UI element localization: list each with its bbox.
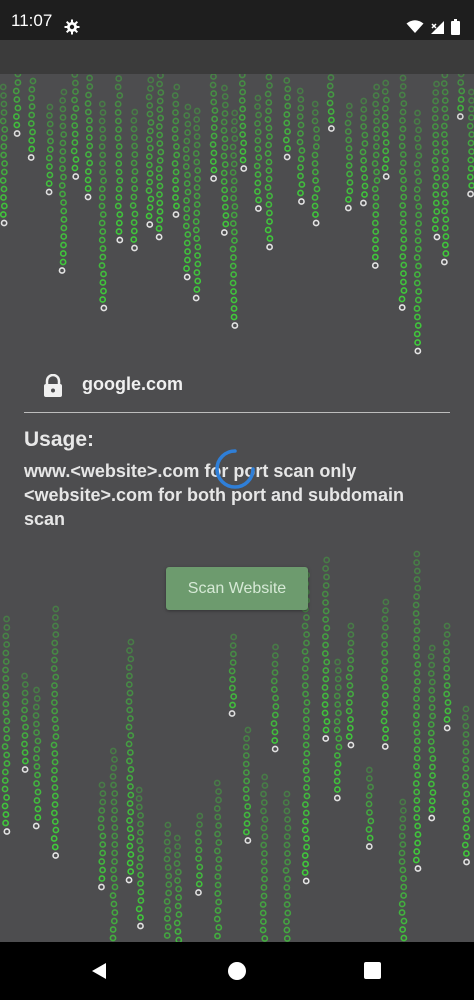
- status-time: 11:07: [11, 11, 53, 30]
- usage-line-3: scan: [24, 509, 66, 529]
- status-icons: [406, 19, 460, 35]
- navigation-bar: [0, 942, 474, 1000]
- lock-icon: [44, 374, 62, 397]
- status-bar: 11:07: [0, 0, 474, 40]
- matrix-background: [0, 74, 474, 942]
- signal-icon: [431, 20, 444, 34]
- back-icon[interactable]: [90, 962, 108, 980]
- usage-title: Usage:: [24, 428, 95, 451]
- scan-website-button[interactable]: Scan Website: [166, 567, 308, 610]
- website-input-value: google.com: [82, 374, 184, 394]
- loading-spinner: [215, 449, 255, 489]
- website-input[interactable]: google.com: [24, 364, 450, 413]
- wifi-icon: [406, 20, 424, 33]
- recents-icon[interactable]: [364, 962, 381, 979]
- gear-icon: [64, 19, 80, 35]
- usage-line-1: www.<website>.com for port scan only: [24, 461, 357, 481]
- battery-icon: [451, 19, 460, 35]
- app-bar: [0, 40, 474, 74]
- home-icon[interactable]: [228, 962, 246, 980]
